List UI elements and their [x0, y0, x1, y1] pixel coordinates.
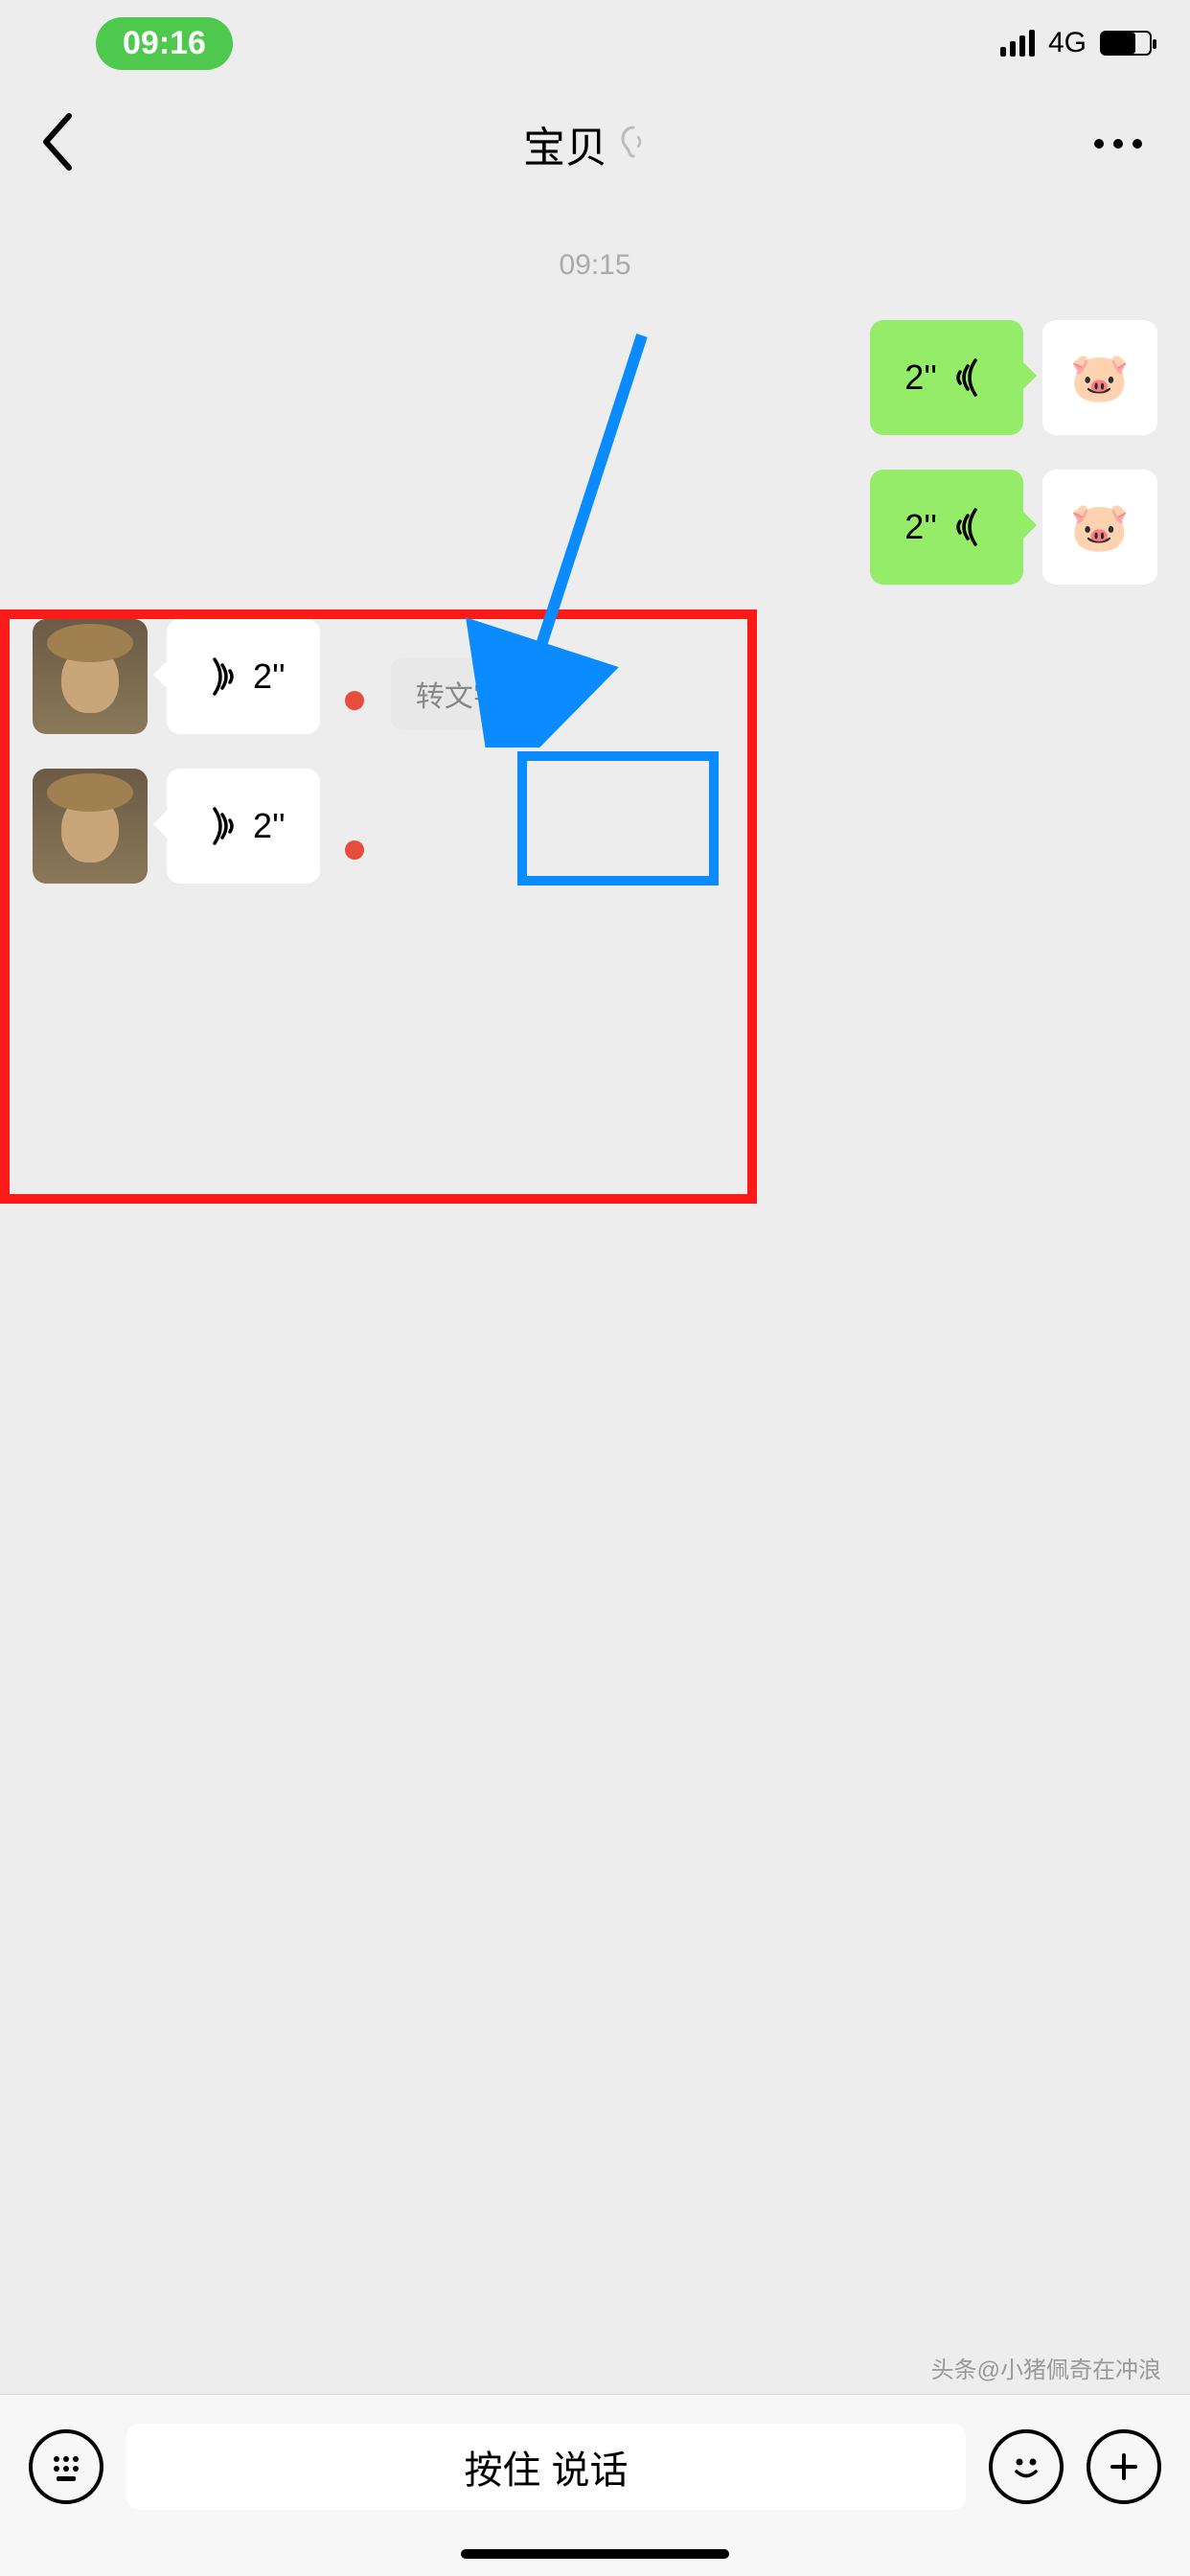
- avatar-sticker-icon: 🐷: [1070, 499, 1130, 556]
- voice-duration: 2'': [904, 507, 937, 547]
- input-bar: 按住 说话: [0, 2394, 1190, 2576]
- avatar-contact[interactable]: [33, 619, 148, 734]
- more-functions-button[interactable]: [1087, 2429, 1161, 2504]
- voice-bubble-in[interactable]: 2'': [167, 619, 320, 734]
- earpiece-mode-icon: [619, 126, 648, 163]
- status-time: 09:16: [96, 17, 233, 70]
- voice-wave-icon: [201, 657, 236, 696]
- voice-duration: 2'': [253, 806, 286, 846]
- voice-duration: 2'': [904, 357, 937, 398]
- avatar-sticker-icon: 🐷: [1070, 350, 1130, 406]
- network-label: 4G: [1048, 27, 1087, 59]
- voice-bubble-out[interactable]: 2'': [870, 320, 1023, 435]
- nav-bar: 宝贝: [0, 86, 1190, 201]
- emoji-button[interactable]: [989, 2429, 1064, 2504]
- battery-icon: [1100, 31, 1152, 56]
- message-out-1: 🐷 2'': [0, 320, 1190, 435]
- signal-icon: [1000, 30, 1035, 57]
- more-button[interactable]: [1094, 139, 1152, 149]
- voice-bubble-in[interactable]: 2'': [167, 769, 320, 884]
- voice-wave-icon: [201, 807, 236, 845]
- message-in-2: 2'': [0, 769, 1190, 884]
- message-out-2: 🐷 2'': [0, 470, 1190, 585]
- convert-to-text-button[interactable]: 转文字: [391, 657, 527, 730]
- unread-dot-icon: [345, 691, 364, 710]
- voice-bubble-out[interactable]: 2'': [870, 470, 1023, 585]
- unread-dot-icon: [345, 840, 364, 860]
- timestamp-label: 09:15: [0, 249, 1190, 282]
- watermark-label: 头条@小猪佩奇在冲浪: [931, 2351, 1161, 2384]
- chat-title: 宝贝: [523, 113, 607, 174]
- status-right: 4G: [1000, 27, 1152, 59]
- chat-title-wrap: 宝贝: [523, 113, 648, 174]
- avatar-self[interactable]: 🐷: [1042, 320, 1157, 435]
- voice-wave-icon: [954, 358, 989, 397]
- hold-to-talk-button[interactable]: 按住 说话: [126, 2424, 966, 2510]
- home-indicator: [461, 2549, 729, 2559]
- avatar-self[interactable]: 🐷: [1042, 470, 1157, 585]
- message-in-1: 2'' 转文字: [0, 619, 1190, 734]
- back-button[interactable]: [38, 113, 77, 175]
- voice-duration: 2'': [253, 656, 286, 697]
- avatar-contact[interactable]: [33, 769, 148, 884]
- status-bar: 09:16 4G: [0, 0, 1190, 86]
- keyboard-toggle-button[interactable]: [29, 2429, 103, 2504]
- voice-wave-icon: [954, 508, 989, 546]
